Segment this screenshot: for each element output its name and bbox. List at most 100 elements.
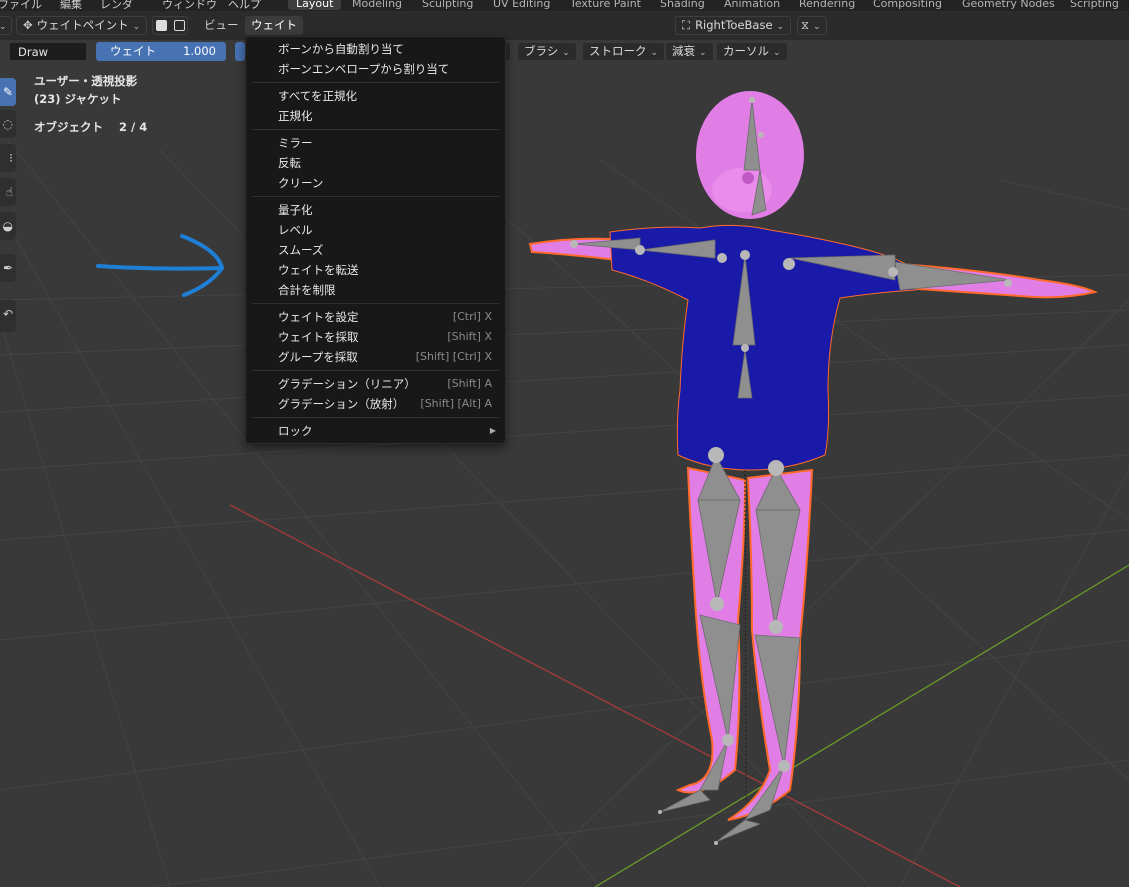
shortcut-hint: [Shift] X: [447, 330, 492, 343]
weight-slider[interactable]: ウェイト 1.000: [96, 42, 226, 61]
brush-icon: ✎: [2, 85, 13, 99]
menu-item-label: ボーンから自動割り当て: [278, 42, 404, 56]
view-name: ユーザー・透視投影: [34, 74, 138, 88]
mode-selector[interactable]: ✥ ウェイトペイント ⌄: [16, 16, 148, 35]
objects-label: オブジェクト: [34, 120, 103, 134]
tab-sculpting[interactable]: Sculpting: [414, 0, 481, 10]
menu-item-label: すべてを正規化: [278, 89, 358, 103]
tab-texture-paint[interactable]: Texture Paint: [562, 0, 649, 10]
menu-help[interactable]: ヘルプ: [228, 0, 261, 11]
annotate-icon: ↶: [2, 307, 13, 321]
chevron-down-icon: ⌄: [813, 22, 821, 32]
chevron-down-icon: ⌄: [776, 22, 785, 32]
menu-item-normalize-all[interactable]: すべてを正規化: [247, 86, 504, 106]
blur-icon: ◌: [2, 117, 13, 131]
annotate-tool-button[interactable]: ↶: [0, 300, 16, 332]
gradient-tool-button[interactable]: ◒: [0, 212, 16, 240]
tab-geometry-nodes[interactable]: Geometry Nodes: [954, 0, 1063, 10]
menu-item-label: ウェイトを採取: [278, 330, 359, 344]
chevron-down-icon: ⌄: [773, 48, 781, 58]
menu-item-label: グループを採取: [278, 350, 358, 364]
menu-item-assign-from-bones[interactable]: ボーンから自動割り当て: [247, 39, 504, 59]
chevron-down-icon: ⌄: [650, 48, 659, 58]
menu-item-set-weight[interactable]: ウェイトを設定 [Ctrl] X: [247, 307, 504, 327]
menu-item-assign-from-envelopes[interactable]: ボーンエンベロープから割り当て: [247, 59, 504, 79]
falloff-dropdown[interactable]: 減衰 ⌄: [665, 42, 714, 61]
viewport-3d[interactable]: [0, 0, 1129, 887]
menu-item-label: 正規化: [278, 109, 313, 123]
menu-item-label: グラデーション（リニア）: [278, 377, 416, 391]
menu-separator: [252, 370, 499, 371]
menu-item-gradient-radial[interactable]: グラデーション（放射） [Shift] [Alt] A: [247, 394, 504, 414]
chevron-down-icon: ⌄: [132, 22, 141, 32]
menu-item-levels[interactable]: レベル: [247, 220, 504, 240]
menu-item-smooth[interactable]: スムーズ: [247, 240, 504, 260]
menu-edit[interactable]: 編集: [60, 0, 82, 11]
cursor-dropdown[interactable]: カーソル ⌄: [716, 42, 788, 61]
stroke-dropdown[interactable]: ストローク ⌄: [582, 42, 666, 61]
chevron-down-icon: ⌄: [562, 48, 570, 58]
menu-weight[interactable]: ウェイト: [245, 16, 303, 35]
tab-layout[interactable]: Layout: [288, 0, 342, 10]
menu-item-transfer-weights[interactable]: ウェイトを転送: [247, 260, 504, 280]
smear-tool-button[interactable]: ☝: [0, 178, 16, 206]
mask-toggle-buttons[interactable]: [152, 16, 188, 35]
shortcut-hint: [Shift] [Alt] A: [420, 397, 492, 410]
sample-tool-button[interactable]: ✒: [0, 254, 16, 282]
average-icon: ⁝: [9, 151, 13, 165]
bone-name: RightToeBase: [695, 18, 773, 32]
menu-item-sample-weight[interactable]: ウェイトを採取 [Shift] X: [247, 327, 504, 347]
objects-count-value: 2 / 4: [119, 120, 148, 134]
shortcut-hint: [Ctrl] X: [452, 310, 492, 323]
menu-item-label: グラデーション（放射）: [278, 397, 405, 411]
weight-paint-icon: ✥: [23, 18, 33, 32]
menu-item-label: レベル: [278, 223, 313, 237]
brush-dropdown[interactable]: ブラシ ⌄: [517, 42, 577, 61]
menu-item-limit-total[interactable]: 合計を制限: [247, 280, 504, 300]
menu-item-clean[interactable]: クリーン: [247, 173, 504, 193]
viewport-header: ⌄ ✥ ウェイトペイント ⌄ ビュー ウェイト ⛶ RightToeBase ⌄ ⧖ ⌄: [0, 11, 1129, 40]
editor-type-button[interactable]: ⌄: [0, 16, 12, 35]
menu-render[interactable]: レンダ: [100, 0, 133, 11]
menu-item-locks[interactable]: ロック ▶: [247, 421, 504, 441]
tab-animation[interactable]: Animation: [716, 0, 788, 10]
menu-item-label: ミラー: [278, 136, 313, 150]
bone-selector[interactable]: ⛶ RightToeBase ⌄: [675, 16, 792, 35]
object-count: オブジェクト 2 / 4: [34, 119, 147, 135]
draw-tool-button[interactable]: ✎: [0, 78, 16, 106]
menu-item-invert[interactable]: 反転: [247, 153, 504, 173]
tab-modeling[interactable]: Modeling: [344, 0, 410, 10]
chevron-down-icon: ⌄: [0, 22, 7, 32]
bone-icon: ⛶: [682, 18, 691, 32]
character-model[interactable]: [528, 91, 1099, 845]
radius-slider[interactable]: [235, 42, 245, 61]
eyedropper-icon: ✒: [2, 261, 13, 275]
menu-separator: [252, 417, 499, 418]
menu-view[interactable]: ビュー: [198, 16, 245, 35]
weight-value: 1.000: [183, 44, 216, 58]
menu-item-sample-group[interactable]: グループを採取 [Shift] [Ctrl] X: [247, 347, 504, 367]
menu-item-mirror[interactable]: ミラー: [247, 133, 504, 153]
menu-item-gradient-linear[interactable]: グラデーション（リニア） [Shift] A: [247, 374, 504, 394]
tab-shading[interactable]: Shading: [652, 0, 713, 10]
menu-window[interactable]: ウィンドウ: [162, 0, 217, 11]
gradient-icon: ◒: [2, 219, 13, 233]
mode-label: ウェイトペイント: [36, 18, 129, 32]
tab-compositing[interactable]: Compositing: [865, 0, 950, 10]
menu-separator: [252, 196, 499, 197]
blur-tool-button[interactable]: ◌: [0, 110, 16, 138]
falloff-label: 減衰: [672, 44, 695, 58]
average-tool-button[interactable]: ⁝: [0, 144, 16, 172]
tab-uv-editing[interactable]: UV Editing: [485, 0, 558, 10]
smear-icon: ☝: [5, 185, 13, 199]
symmetry-button[interactable]: ⧖ ⌄: [797, 16, 827, 35]
menu-file[interactable]: ファイル: [0, 0, 42, 11]
y-axis-line: [594, 564, 1129, 887]
symmetry-icon: ⧖: [801, 18, 810, 32]
menu-item-quantize[interactable]: 量子化: [247, 200, 504, 220]
menu-item-normalize[interactable]: 正規化: [247, 106, 504, 126]
tab-rendering[interactable]: Rendering: [791, 0, 863, 10]
tab-scripting[interactable]: Scripting: [1062, 0, 1127, 10]
brush-name-field[interactable]: Draw: [9, 42, 87, 61]
menu-item-label: クリーン: [278, 176, 324, 190]
